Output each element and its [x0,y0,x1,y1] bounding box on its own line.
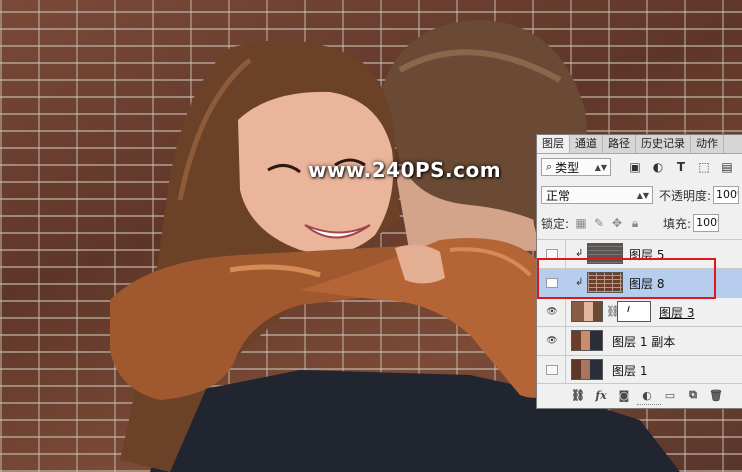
tab-channels[interactable]: 通道 [570,135,603,153]
search-icon: ⌕ [546,160,553,173]
adjustment-filter-icon[interactable]: ◐ [651,160,665,174]
layer-thumbnail [571,330,603,351]
new-layer-icon[interactable]: ⧉ [686,388,700,402]
tab-paths[interactable]: 路径 [603,135,636,153]
blend-mode-value: 正常 [546,188,571,203]
layer-name: 图层 1 副本 [612,334,676,349]
opacity-input[interactable]: 100% [713,186,740,204]
lock-move-icon[interactable]: ✥ [611,216,623,230]
shape-filter-icon[interactable]: ⬚ [697,160,711,174]
tab-history[interactable]: 历史记录 [636,135,691,153]
tab-actions[interactable]: 动作 [691,135,724,153]
updown-icon: ▲▼ [636,190,649,200]
fill-input[interactable]: 100% [693,214,720,232]
fx-icon[interactable]: fx [594,388,608,402]
panel-tabs: 图层 通道 路径 历史记录 动作 [537,135,742,154]
type-filter-icon[interactable]: T [674,160,688,174]
panel-footer: ⛓︎ fx ◙ ◐ ▭ ⧉ 🗑︎ [537,383,742,404]
layer-name: 图层 3 [659,305,695,320]
layer-thumbnail [571,359,603,380]
watermark-text: www.240PS.com [308,158,502,182]
eye-icon[interactable]: 👁︎ [546,307,558,317]
lock-transparency-icon[interactable]: ▦ [575,216,587,230]
blend-mode-dropdown[interactable]: 正常 ▲▼ [541,186,653,204]
layer-name: 图层 1 [612,363,648,378]
highlight-box [537,258,716,299]
lock-brush-icon[interactable]: ✎ [593,216,605,230]
image-filter-icon[interactable]: ▣ [628,160,642,174]
visibility-toggle[interactable] [546,365,558,375]
adjustment-icon[interactable]: ◐ [640,388,654,402]
fill-label: 填充: [663,216,692,231]
folder-icon[interactable]: ▭ [663,388,677,402]
layer-row[interactable]: 👁︎ ⛓︎ 图层 3 [537,297,742,326]
eye-icon[interactable]: 👁︎ [546,336,558,346]
updown-icon: ▲▼ [594,162,607,172]
lock-label: 锁定: [541,216,570,231]
layer-row[interactable]: 图层 1 [537,355,742,384]
blend-row: 正常 ▲▼ 不透明度: 100% [541,185,742,205]
layer-mask-thumbnail[interactable] [617,301,651,322]
resize-grip[interactable] [637,404,661,408]
filter-row: ⌕ 类型 ▲▼ ▣ ◐ T ⬚ ▤ [541,157,742,177]
opacity-label: 不透明度: [659,188,712,203]
link-icon[interactable]: ⛓︎ [571,388,585,402]
layer-filter-dropdown[interactable]: ⌕ 类型 ▲▼ [541,158,611,176]
mask-icon[interactable]: ◙ [617,388,631,402]
tab-layers[interactable]: 图层 [537,135,570,153]
filter-label: 类型 [555,160,580,175]
trash-icon[interactable]: 🗑︎ [709,388,723,402]
layer-row[interactable]: 👁︎ 图层 1 副本 [537,326,742,355]
lock-all-icon[interactable]: 🔒︎ [629,216,641,230]
lock-row: 锁定: ▦ ✎ ✥ 🔒︎ 填充: 100% [541,213,742,233]
smart-object-filter-icon[interactable]: ▤ [720,160,734,174]
layer-thumbnail [571,301,603,322]
